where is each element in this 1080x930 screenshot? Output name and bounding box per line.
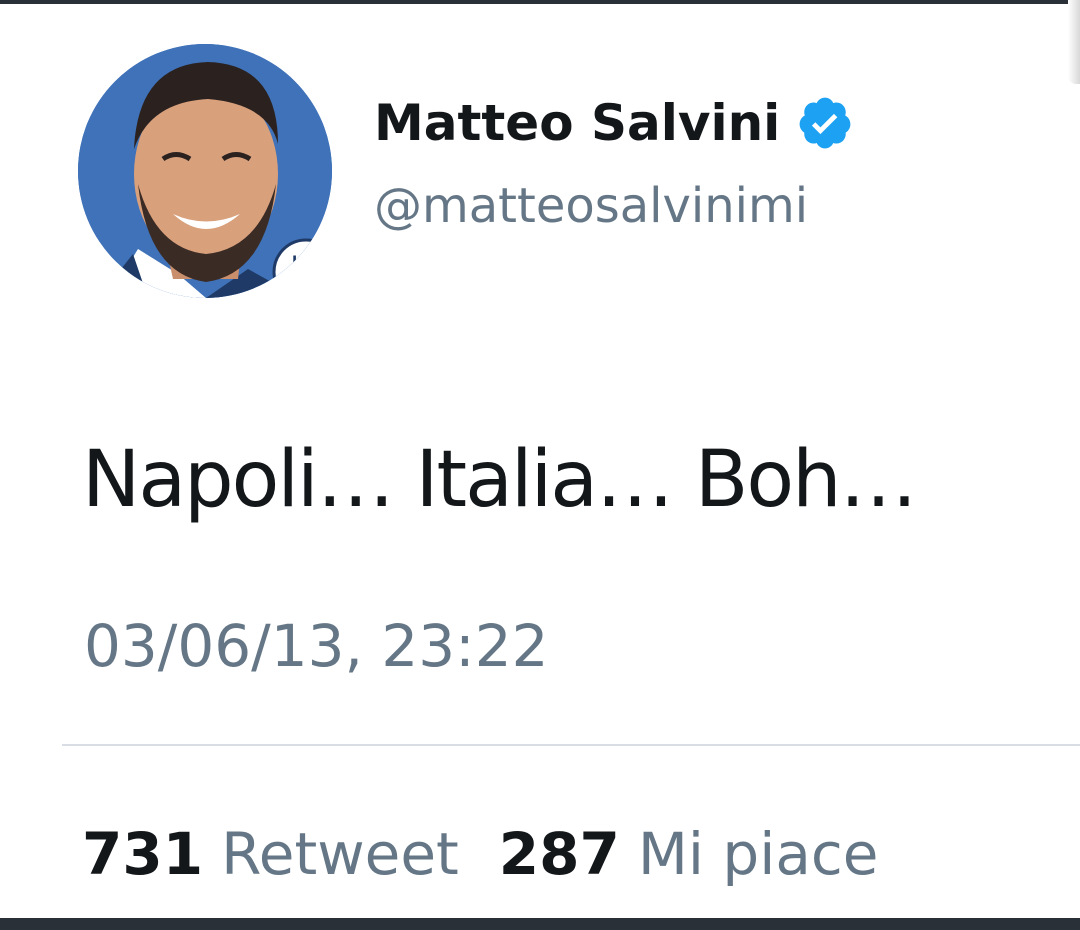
bottom-window-edge: [0, 918, 1080, 930]
user-handle[interactable]: @matteosalvinimi: [374, 178, 808, 234]
avatar-photo: LEGA: [78, 44, 332, 298]
avatar[interactable]: LEGA: [78, 44, 332, 298]
verified-badge-icon: [796, 94, 854, 152]
tweet-timestamp[interactable]: 03/06/13, 23:22: [84, 612, 549, 680]
retweets-stat[interactable]: 731 Retweet: [82, 820, 459, 888]
avatar-badge-text: LEGA: [292, 254, 332, 270]
top-window-edge: [0, 0, 1080, 4]
retweets-label: Retweet: [221, 820, 459, 888]
display-name[interactable]: Matteo Salvini: [374, 94, 780, 152]
likes-count: 287: [498, 820, 620, 888]
tweet-stats: 731 Retweet 287 Mi piace: [82, 820, 878, 888]
author-row: Matteo Salvini: [374, 88, 854, 158]
scroll-shadow: [1068, 0, 1080, 84]
likes-stat[interactable]: 287 Mi piace: [499, 820, 879, 888]
likes-label: Mi piace: [637, 820, 879, 888]
retweets-count: 731: [82, 820, 204, 888]
divider: [62, 744, 1080, 746]
tweet-text: Napoli… Italia… Boh…: [82, 435, 918, 525]
